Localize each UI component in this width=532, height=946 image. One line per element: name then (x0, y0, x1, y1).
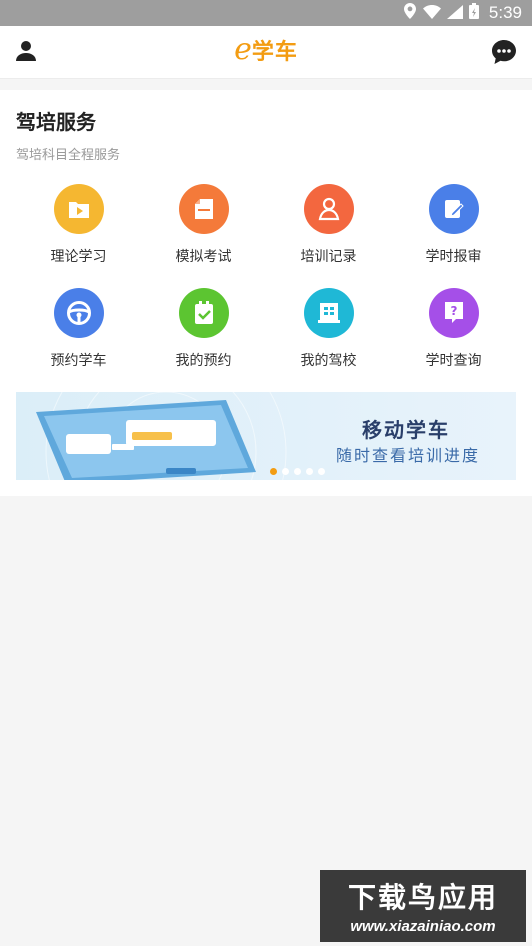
clipboard-check-icon (178, 288, 229, 338)
carousel-dot[interactable] (294, 468, 301, 475)
service-training-record[interactable]: 培训记录 (266, 184, 391, 284)
section-subtitle: 驾培科目全程服务 (16, 148, 121, 163)
question-icon: ? (428, 288, 479, 338)
logo-letter: e (234, 32, 252, 67)
service-label: 培训记录 (300, 249, 357, 265)
service-theory-study[interactable]: 理论学习 (16, 184, 141, 284)
carousel-dot[interactable] (306, 468, 313, 475)
driver-icon (303, 184, 354, 234)
service-label: 学时查询 (425, 353, 482, 369)
service-label: 理论学习 (50, 249, 107, 265)
carousel-indicator (270, 468, 325, 475)
location-icon (403, 3, 417, 23)
service-label: 我的驾校 (300, 353, 357, 369)
chat-icon[interactable] (490, 38, 518, 66)
play-folder-icon (53, 184, 104, 234)
section-title: 驾培服务 (16, 110, 96, 134)
promo-banner[interactable]: 移动学车 随时查看培训进度 (16, 392, 516, 480)
edit-icon (428, 184, 479, 234)
svg-text:?: ? (450, 304, 457, 318)
app-header: e学车 (0, 26, 532, 79)
service-hours-report[interactable]: 学时报审 (391, 184, 516, 284)
service-label: 预约学车 (50, 353, 107, 369)
watermark-logo: 下载鸟应用 www.xiazainiao.com (320, 870, 526, 942)
steering-wheel-icon (53, 288, 104, 338)
service-mock-exam[interactable]: 模拟考试 (141, 184, 266, 284)
service-label: 学时报审 (425, 249, 482, 265)
service-book-lesson[interactable]: 预约学车 (16, 288, 141, 388)
app-logo: e学车 (0, 32, 532, 67)
service-my-bookings[interactable]: 我的预约 (141, 288, 266, 388)
signal-icon (446, 4, 463, 23)
wifi-icon (422, 4, 441, 23)
service-label: 模拟考试 (175, 249, 232, 265)
service-label: 我的预约 (175, 353, 232, 369)
service-hours-query[interactable]: ? 学时查询 (391, 288, 516, 388)
logo-text: 学车 (251, 40, 298, 65)
building-icon (303, 288, 354, 338)
watermark-line1: 下载鸟应用 (347, 881, 498, 914)
carousel-dot[interactable] (270, 468, 277, 475)
service-my-school[interactable]: 我的驾校 (266, 288, 391, 388)
battery-icon (468, 3, 479, 23)
watermark-line2: www.xiazainiao.com (350, 918, 496, 935)
banner-subtitle: 随时查看培训进度 (336, 446, 481, 465)
banner-title: 移动学车 (362, 418, 450, 442)
document-icon (178, 184, 229, 234)
carousel-dot[interactable] (282, 468, 289, 475)
status-bar: 5:39 (0, 0, 532, 26)
status-time: 5:39 (488, 3, 522, 22)
carousel-dot[interactable] (318, 468, 325, 475)
services-card: 驾培服务 驾培科目全程服务 理论学习 模拟考试 培训记录 学时报审 预约学车 我… (0, 90, 532, 496)
